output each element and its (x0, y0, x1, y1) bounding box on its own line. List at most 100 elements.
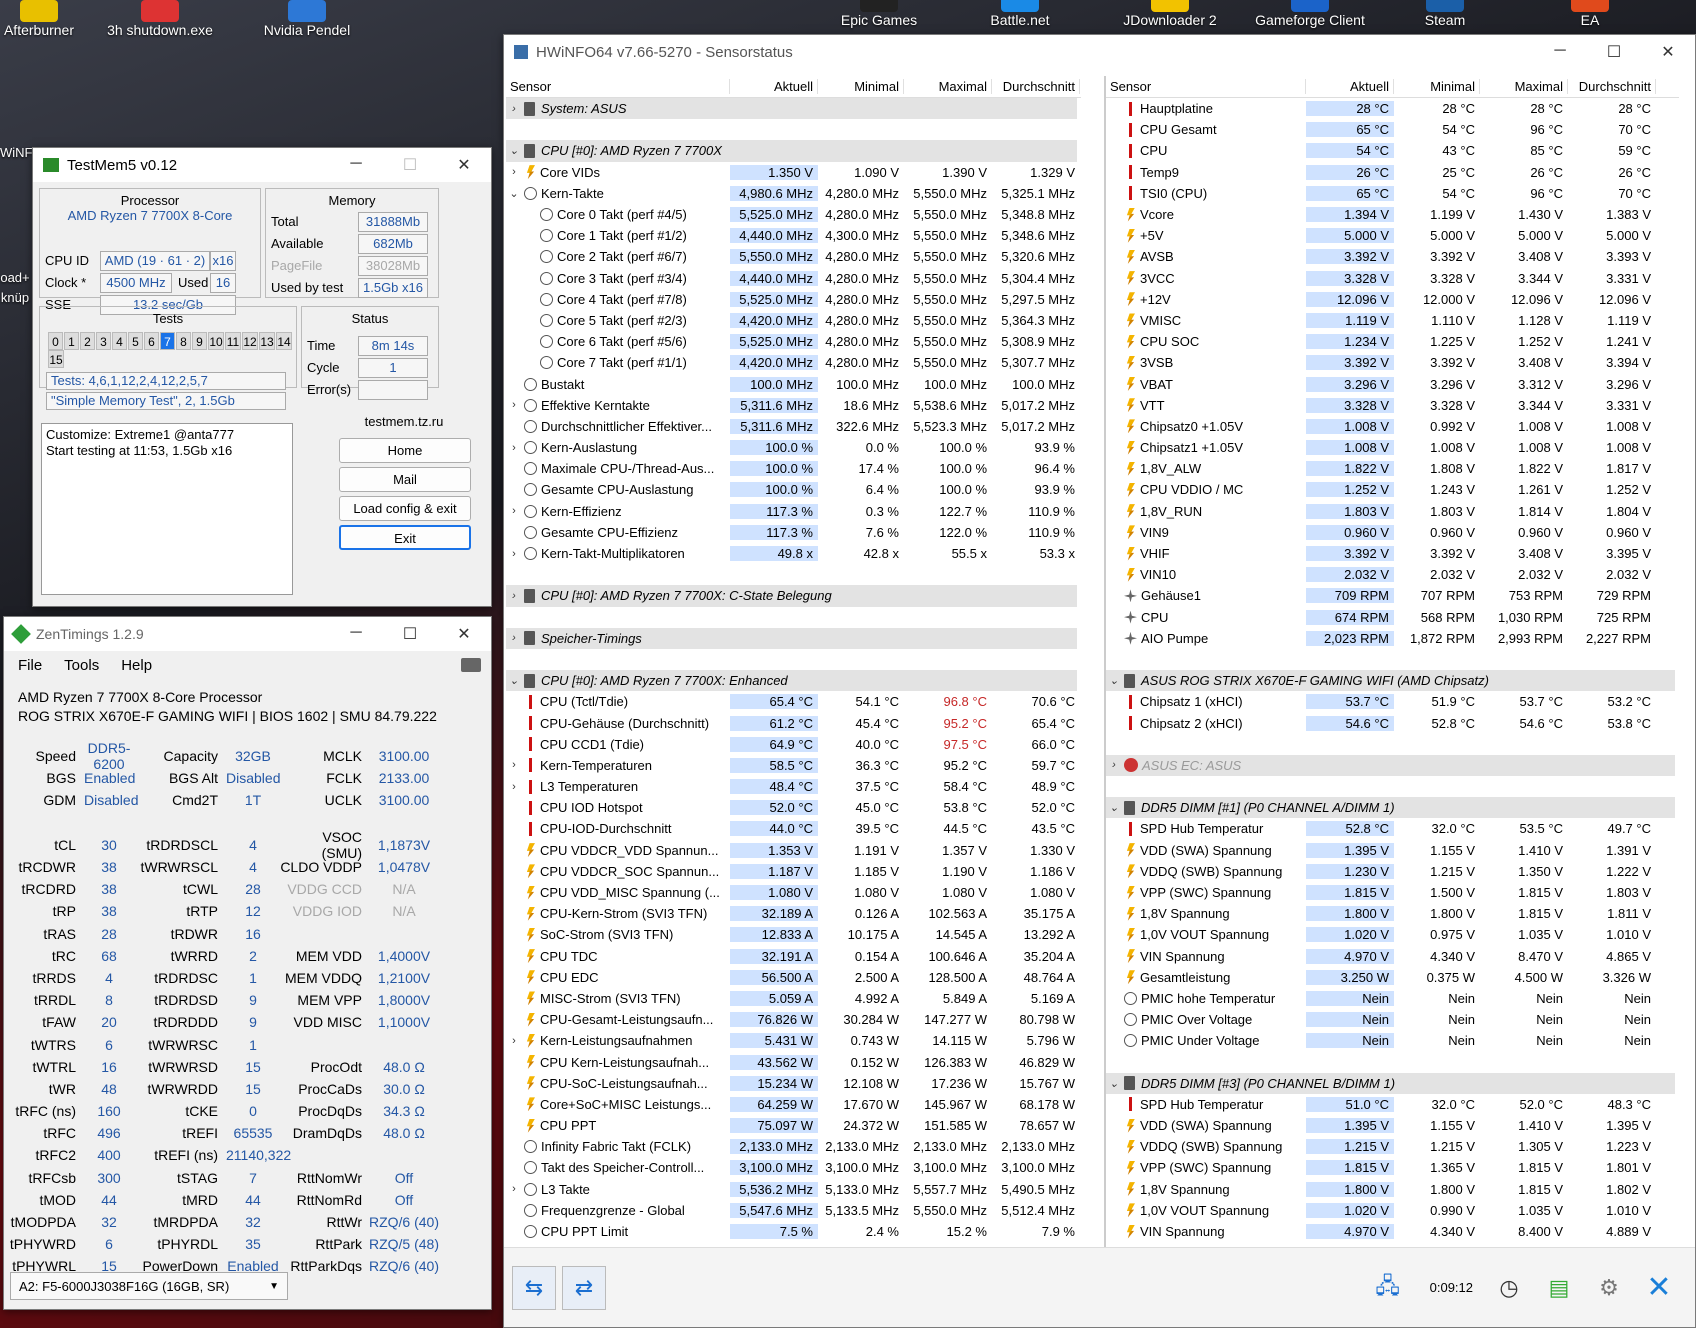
chevron-right-icon[interactable]: › (506, 781, 522, 793)
sensor-row[interactable]: CPU PPT 75.097 W 24.372 W 151.585 W 78.657 W (506, 1115, 1081, 1136)
col-avg[interactable]: Durchschnitt (992, 79, 1080, 94)
chevron-down-icon[interactable]: ⌄ (506, 144, 522, 157)
maximize-icon[interactable]: ☐ (1587, 42, 1641, 62)
sensor-row[interactable]: 1,8V Spannung 1.800 V 1.800 V 1.815 V 1.811 … (1106, 903, 1679, 924)
dimm-select[interactable]: A2: F5-6000J3038F16G (16GB, SR) ▼ (10, 1272, 288, 1300)
col-sensor[interactable]: Sensor (1106, 79, 1306, 94)
load-config-exit-button[interactable]: Load config & exit (339, 496, 471, 521)
chevron-right-icon[interactable]: › (506, 548, 522, 560)
sensor-row[interactable]: 1,0V VOUT Spannung 1.020 V 0.990 V 1.035 V 1… (1106, 1200, 1679, 1221)
settings-icon[interactable]: ⚙ (1587, 1265, 1631, 1310)
sensor-row[interactable]: Core+SoC+MISC Leistungs... 64.259 W 17.670… (506, 1094, 1081, 1115)
sensor-row[interactable]: VIN Spannung 4.970 V 4.340 V 8.470 V 4.865 V (1106, 946, 1679, 967)
sensor-row[interactable]: Core 5 Takt (perf #2/3) 4,420.0 MHz 4,280.… (506, 310, 1081, 331)
sensor-row[interactable]: › Kern-Leistungsaufnahmen 5.431 W 0.743 W 14… (506, 1030, 1081, 1051)
sensor-row[interactable]: CPU-IOD-Durchschnitt 44.0 °C 39.5 °C 44.5 °… (506, 818, 1081, 839)
close-icon[interactable]: ✕ (437, 624, 491, 644)
sensor-row[interactable]: Core 2 Takt (perf #6/7) 5,550.0 MHz 4,280.… (506, 246, 1081, 267)
close-icon[interactable]: ✕ (1641, 42, 1695, 62)
report-icon[interactable]: ▤ (1537, 1265, 1581, 1310)
sensor-row[interactable]: Hauptplatine 28 °C 28 °C 28 °C 28 °C (1106, 98, 1679, 119)
sensor-row[interactable]: CPU PPT Limit 7.5 % 2.4 % 15.2 % 7.9 % (506, 1221, 1081, 1242)
sensor-row[interactable]: CPU 54 °C 43 °C 85 °C 59 °C (1106, 140, 1679, 161)
sensor-row[interactable]: PMIC hohe Temperatur Nein Nein Nein Nein (1106, 988, 1679, 1009)
sensor-row[interactable]: 1,0V VOUT Spannung 1.020 V 0.975 V 1.035 V 1… (1106, 924, 1679, 945)
sensor-row[interactable]: Frequenzgrenze - Global 5,547.6 MHz 5,133.… (506, 1200, 1081, 1221)
sensor-row[interactable]: +12V 12.096 V 12.000 V 12.096 V 12.096 V (1106, 289, 1679, 310)
sensor-row[interactable]: Chipsatz0 +1.05V 1.008 V 0.992 V 1.008 V 1.0… (1106, 416, 1679, 437)
clock-icon[interactable]: ◷ (1487, 1265, 1531, 1310)
col-min[interactable]: Minimal (818, 79, 904, 94)
sensor-row[interactable]: Gehäuse1 709 RPM 707 RPM 753 RPM 729 RPM (1106, 585, 1679, 606)
sensor-row[interactable]: VPP (SWC) Spannung 1.815 V 1.500 V 1.815 V 1… (1106, 882, 1679, 903)
minimize-icon[interactable]: ─ (1533, 42, 1587, 62)
sensor-row[interactable]: CPU EDC 56.500 A 2.500 A 128.500 A 48.764 A (506, 967, 1081, 988)
sensor-group-header[interactable]: › Speicher-Timings (506, 627, 1077, 649)
camera-icon[interactable] (461, 658, 481, 672)
sensor-row[interactable]: CPU TDC 32.191 A 0.154 A 100.646 A 35.204 A (506, 946, 1081, 967)
chevron-right-icon[interactable]: › (506, 505, 522, 517)
sensor-row[interactable]: 1,8V_ALW 1.822 V 1.808 V 1.822 V 1.817 V (1106, 458, 1679, 479)
sensor-row[interactable]: Temp9 26 °C 25 °C 26 °C 26 °C (1106, 162, 1679, 183)
chevron-right-icon[interactable]: › (506, 759, 522, 771)
sensor-row[interactable]: 1,8V_RUN 1.803 V 1.803 V 1.814 V 1.804 V (1106, 501, 1679, 522)
menu-tools[interactable]: Tools (64, 657, 99, 674)
close-icon[interactable]: ✕ (437, 155, 491, 175)
home-button[interactable]: Home (339, 438, 471, 463)
col-max[interactable]: Maximal (904, 79, 992, 94)
chevron-down-icon[interactable]: ⌄ (1106, 674, 1122, 687)
col-avg[interactable]: Durchschnitt (1568, 79, 1656, 94)
testmem-titlebar[interactable]: TestMem5 v0.12 ─ ☐ ✕ (33, 148, 491, 182)
desktop-icon-jdownloader[interactable]: JDownloader 2 (1110, 0, 1230, 34)
sensor-group-header[interactable]: ⌄ DDR5 DIMM [#1] (P0 CHANNEL A/DIMM 1) (1106, 797, 1675, 819)
sensor-row[interactable]: CPU VDDCR_SOC Spannun... 1.187 V 1.185 V 1.… (506, 861, 1081, 882)
sensor-row[interactable]: CPU (Tctl/Tdie) 65.4 °C 54.1 °C 96.8 °C 70.6… (506, 691, 1081, 712)
col-sensor[interactable]: Sensor (506, 79, 730, 94)
sensor-row[interactable]: VDD (SWA) Spannung 1.395 V 1.155 V 1.410 V 1… (1106, 1115, 1679, 1136)
chevron-right-icon[interactable]: › (506, 399, 522, 411)
sensor-row[interactable]: Chipsatz 2 (xHCI) 54.6 °C 52.8 °C 54.6 °C 53… (1106, 712, 1679, 733)
sensor-row[interactable]: Takt des Speicher-Controll... 3,100.0 MHz… (506, 1157, 1081, 1178)
desktop-label-hwinfo[interactable]: WiNF (0, 145, 33, 189)
sensor-group-header[interactable]: ⌄ ASUS ROG STRIX X670E-F GAMING WIFI (AMD… (1106, 670, 1675, 692)
column-header[interactable]: Sensor Aktuell Minimal Maximal Durchschn… (1106, 76, 1679, 98)
sensor-row[interactable]: +5V 5.000 V 5.000 V 5.000 V 5.000 V (1106, 225, 1679, 246)
sensor-row[interactable]: VDD (SWA) Spannung 1.395 V 1.155 V 1.410 V 1… (1106, 840, 1679, 861)
chevron-right-icon[interactable]: › (506, 1183, 522, 1195)
sensor-row[interactable]: Core 7 Takt (perf #1/1) 4,420.0 MHz 4,280.… (506, 352, 1081, 373)
sensor-row[interactable]: AIO Pumpe 2,023 RPM 1,872 RPM 2,993 RPM 2,22… (1106, 628, 1679, 649)
sensor-row[interactable]: › Kern-Effizienz 117.3 % 0.3 % 122.7 % 110.9 … (506, 501, 1081, 522)
sensor-row[interactable]: Bustakt 100.0 MHz 100.0 MHz 100.0 MHz 100.0 … (506, 373, 1081, 394)
hwinfo-right-pane[interactable]: Sensor Aktuell Minimal Maximal Durchschn… (1104, 76, 1679, 1247)
sensor-row[interactable]: Core 4 Takt (perf #7/8) 5,525.0 MHz 4,280.… (506, 289, 1081, 310)
sensor-row[interactable]: PMIC Over Voltage Nein Nein Nein Nein (1106, 1009, 1679, 1030)
network-icon[interactable]: 🖧 (1365, 1265, 1410, 1310)
sensor-row[interactable]: Gesamte CPU-Auslastung 100.0 % 6.4 % 100.0 … (506, 479, 1081, 500)
hwinfo-left-pane[interactable]: Sensor Aktuell Minimal Maximal Durchschn… (506, 76, 1081, 1247)
sensor-row[interactable]: VPP (SWC) Spannung 1.815 V 1.365 V 1.815 V 1… (1106, 1157, 1679, 1178)
sensor-row[interactable]: VBAT 3.296 V 3.296 V 3.312 V 3.296 V (1106, 373, 1679, 394)
sensor-row[interactable]: Core 1 Takt (perf #1/2) 4,440.0 MHz 4,300.… (506, 225, 1081, 246)
sensor-row[interactable]: CPU-Gesamt-Leistungsaufn... 76.826 W 30.28… (506, 1009, 1081, 1030)
sensor-row[interactable]: Core 3 Takt (perf #3/4) 4,440.0 MHz 4,280.… (506, 268, 1081, 289)
exit-button[interactable]: Exit (339, 525, 471, 550)
exit-icon[interactable]: ✕ (1637, 1265, 1681, 1310)
sensor-row[interactable]: 1,8V Spannung 1.800 V 1.800 V 1.815 V 1.802 … (1106, 1179, 1679, 1200)
sensor-row[interactable]: CPU Kern-Leistungsaufnah... 43.562 W 0.152… (506, 1051, 1081, 1072)
sensor-row[interactable]: VHIF 3.392 V 3.392 V 3.408 V 3.395 V (1106, 543, 1679, 564)
sensor-row[interactable]: Chipsatz 1 (xHCI) 53.7 °C 51.9 °C 53.7 °C 53… (1106, 691, 1679, 712)
sensor-row[interactable]: CPU-Kern-Strom (SVI3 TFN) 32.189 A 0.126 A… (506, 903, 1081, 924)
desktop-icon-nvidia-pendel[interactable]: Nvidia Pendel (252, 0, 362, 44)
sensor-row[interactable]: 3VCC 3.328 V 3.328 V 3.344 V 3.331 V (1106, 268, 1679, 289)
desktop-label-3[interactable]: knüp (0, 290, 30, 334)
sensor-row[interactable]: SoC-Strom (SVI3 TFN) 12.833 A 10.175 A 14.5… (506, 924, 1081, 945)
sensor-row[interactable]: MISC-Strom (SVI3 TFN) 5.059 A 4.992 A 5.849… (506, 988, 1081, 1009)
chevron-right-icon[interactable]: › (506, 632, 522, 644)
sensor-group-header[interactable]: › System: ASUS (506, 98, 1077, 120)
desktop-icon-epic[interactable]: Epic Games (834, 0, 924, 34)
sensor-group-header[interactable]: ⌄ CPU [#0]: AMD Ryzen 7 7700X: Enhanced (506, 670, 1077, 692)
sensor-row[interactable]: CPU SOC 1.234 V 1.225 V 1.252 V 1.241 V (1106, 331, 1679, 352)
sensor-group-header[interactable]: ⌄ CPU [#0]: AMD Ryzen 7 7700X (506, 140, 1077, 162)
sensor-row[interactable]: VDDQ (SWB) Spannung 1.215 V 1.215 V 1.305 V… (1106, 1136, 1679, 1157)
sensor-group-header[interactable]: ⌄ DDR5 DIMM [#3] (P0 CHANNEL B/DIMM 1) (1106, 1072, 1675, 1094)
